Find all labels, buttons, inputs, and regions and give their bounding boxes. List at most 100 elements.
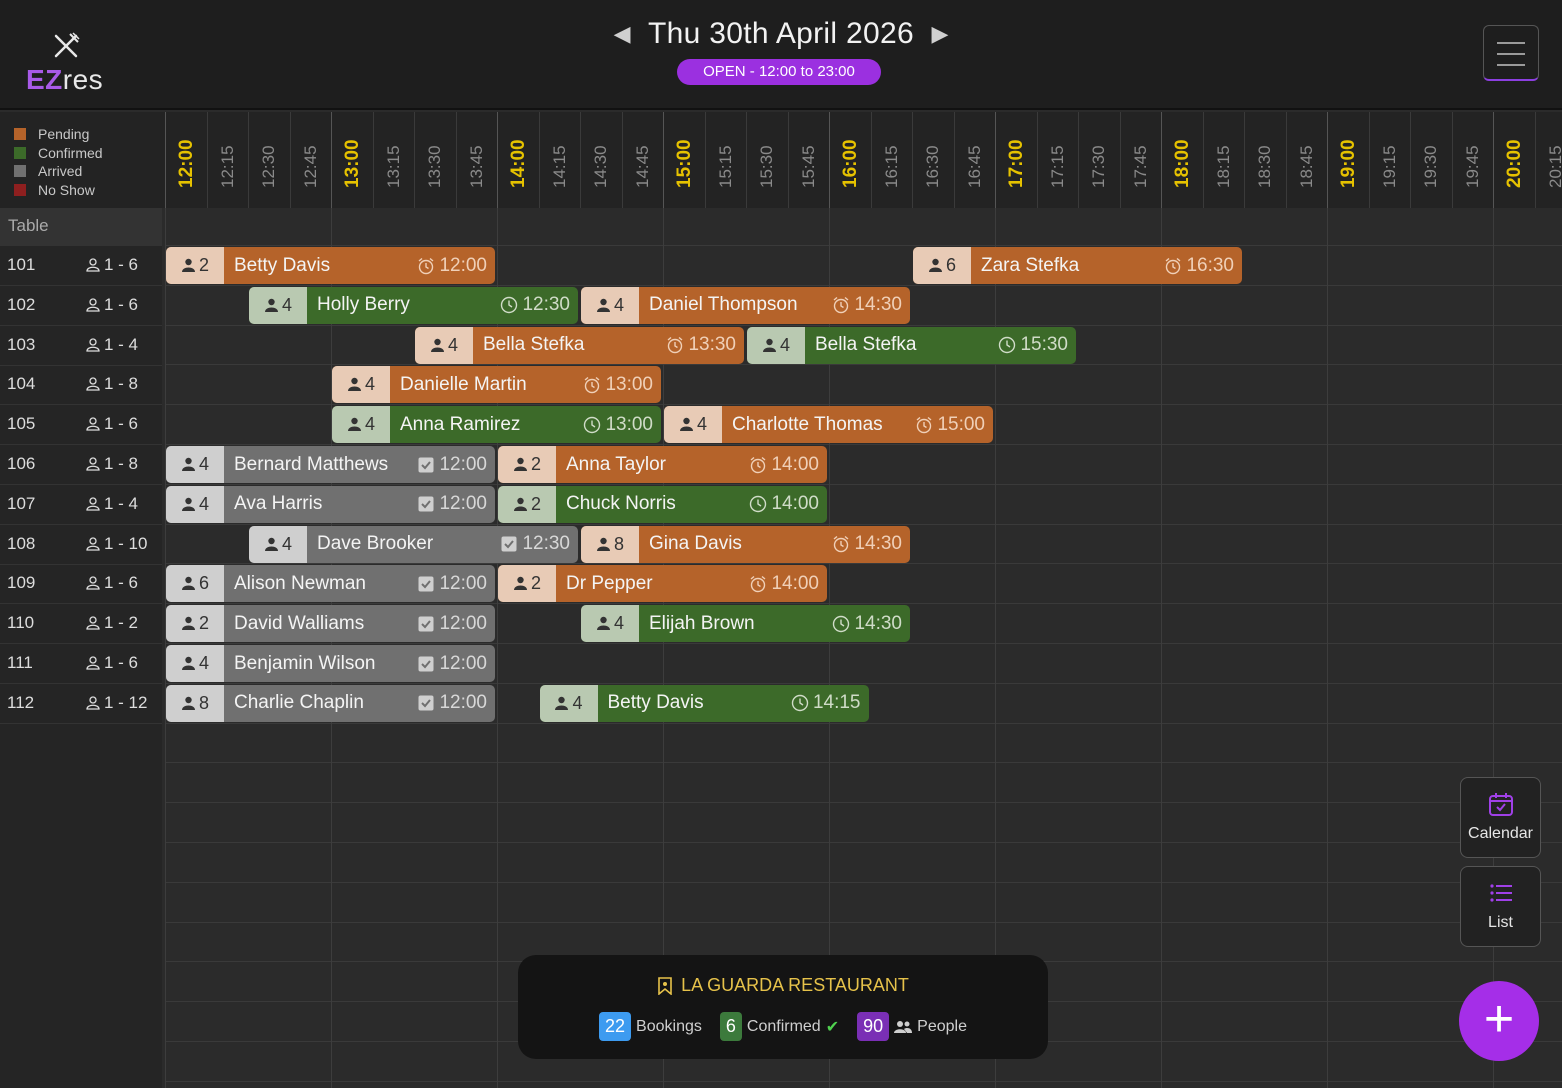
booking-block[interactable]: 4 Betty Davis 14:15 (539, 684, 869, 722)
capacity-range: 1 - 6 (104, 573, 139, 593)
person-icon (86, 457, 100, 471)
hamburger-menu-button[interactable] (1483, 25, 1539, 81)
time-tick: 12:00 (165, 112, 206, 208)
table-row[interactable]: 104 1 - 8 (0, 365, 162, 406)
booking-time: 14:00 (749, 493, 827, 515)
person-icon (86, 576, 100, 591)
booking-time-value: 12:00 (439, 612, 487, 634)
party-size-value: 4 (364, 374, 375, 395)
alarm-clock-icon (834, 297, 849, 314)
booking-block[interactable]: 4 Bella Stefka 15:30 (747, 326, 1076, 364)
table-row[interactable]: 109 1 - 6 (0, 564, 162, 605)
booking-block[interactable]: 2 David Walliams 12:00 (166, 605, 495, 643)
time-tick-label: 18:00 (1172, 139, 1193, 188)
time-tick-label: 14:15 (549, 145, 569, 188)
booking-time-value: 13:00 (605, 413, 653, 435)
time-tick: 15:00 (663, 112, 704, 208)
booking-block[interactable]: 4 Anna Ramirez 13:00 (332, 406, 661, 444)
booking-time-value: 12:30 (522, 533, 570, 555)
booking-time-value: 14:15 (812, 692, 861, 714)
confirmed-label: Confirmed (746, 1017, 821, 1035)
table-row[interactable]: 111 1 - 6 (0, 644, 162, 684)
clock-icon (501, 297, 518, 314)
booking-block[interactable]: 2 Betty Davis 12:00 (166, 247, 495, 284)
booking-time: 12:30 (500, 294, 578, 316)
clock-icon (999, 336, 1016, 354)
capacity-range: 1 - 4 (104, 334, 139, 354)
table-number: 101 (7, 255, 36, 274)
time-tick: 17:00 (995, 112, 1036, 208)
guest-name: Dave Brooker (317, 533, 434, 555)
guest-name: Alison Newman (234, 572, 366, 594)
booking-block[interactable]: 4 Daniel Thompson 14:30 (581, 286, 910, 324)
booking-block[interactable]: 6 Zara Stefka 16:30 (913, 247, 1242, 284)
table-column: Table 101 1 - 6 102 1 - 6 103 1 - 4 104 1 - 8 10… (0, 208, 162, 1088)
booking-time: 13:00 (583, 414, 661, 436)
logo-ez: EZ (26, 64, 63, 95)
clock-icon (750, 496, 767, 513)
booking-time-value: 12:00 (439, 652, 487, 674)
restaurant-title: LA GUARDA RESTAURANT (518, 975, 1048, 996)
booking-block[interactable]: 2 Dr Pepper 14:00 (498, 565, 827, 603)
booking-time: 14:00 (749, 573, 827, 595)
booking-block[interactable]: 4 Danielle Martin 13:00 (332, 366, 661, 404)
table-row[interactable]: 106 1 - 8 (0, 445, 162, 485)
table-row[interactable]: 103 1 - 4 (0, 326, 162, 366)
add-booking-button[interactable]: + (1459, 981, 1539, 1061)
next-day-arrow-icon[interactable]: ▶ (930, 21, 950, 47)
calendar-view-button[interactable]: Calendar (1460, 777, 1541, 858)
person-icon (679, 417, 693, 432)
person-icon (86, 656, 100, 670)
table-row[interactable]: 102 1 - 6 (0, 286, 162, 326)
booking-block[interactable]: 8 Gina Davis 14:30 (581, 525, 910, 563)
party-size-value: 4 (198, 454, 209, 474)
table-row[interactable]: 101 1 - 6 (0, 246, 162, 286)
booking-block[interactable]: 2 Chuck Norris 14:00 (498, 485, 827, 523)
person-icon (181, 497, 195, 511)
table-capacity: 1 - 10 (86, 534, 147, 554)
booking-block[interactable]: 4 Elijah Brown 14:30 (581, 605, 910, 643)
time-tick-label: 19:30 (1421, 145, 1440, 188)
time-tick-label: 16:30 (923, 145, 942, 188)
party-size-value: 4 (281, 294, 292, 315)
time-tick-label: 14:30 (591, 145, 610, 188)
time-tick: 14:30 (580, 112, 621, 208)
booking-time-value: 16:30 (1186, 254, 1234, 276)
person-icon (264, 537, 278, 551)
checkbox-icon (418, 616, 434, 632)
person-icon (181, 696, 195, 710)
party-size: 4 (581, 605, 639, 643)
confirmed-count: 6 (719, 1012, 742, 1041)
booking-block[interactable]: 4 Bernard Matthews 12:00 (166, 446, 495, 483)
bookmark-icon (658, 976, 672, 995)
booking-block[interactable]: 2 Anna Taylor 14:00 (498, 446, 827, 483)
booking-block[interactable]: 4 Holly Berry 12:30 (249, 286, 578, 324)
confirmed-stat: 6 Confirmed ✔ (719, 1012, 839, 1041)
booking-block[interactable]: 4 Dave Brooker 12:30 (249, 525, 578, 563)
checkbox-icon (418, 457, 434, 472)
guest-name: Gina Davis (649, 533, 742, 555)
booking-block[interactable]: 4 Benjamin Wilson 12:00 (166, 645, 495, 682)
booking-block[interactable]: 4 Bella Stefka 13:30 (415, 326, 744, 364)
booking-block[interactable]: 4 Charlotte Thomas 15:00 (664, 406, 993, 444)
booking-block[interactable]: 6 Alison Newman 12:00 (166, 565, 495, 603)
booking-block[interactable]: 4 Ava Harris 12:00 (166, 485, 495, 523)
table-row[interactable]: 107 1 - 4 (0, 485, 162, 525)
booking-time-value: 14:00 (771, 453, 819, 475)
person-icon (596, 616, 610, 631)
table-row[interactable]: 108 1 - 10 (0, 525, 162, 565)
table-row[interactable]: 105 1 - 6 (0, 405, 162, 446)
prev-day-arrow-icon[interactable]: ◀ (612, 21, 632, 47)
table-row[interactable]: 112 1 - 12 (0, 684, 162, 724)
time-tick-label: 17:15 (1047, 145, 1067, 188)
table-row[interactable]: 110 1 - 2 (0, 604, 162, 645)
party-size: 4 (539, 684, 598, 722)
grid-row-line (165, 245, 1562, 246)
time-tick: 18:30 (1244, 112, 1285, 208)
calendar-icon (1489, 793, 1513, 816)
booking-block[interactable]: 8 Charlie Chaplin 12:00 (166, 684, 495, 722)
list-view-button[interactable]: List (1460, 866, 1541, 947)
booking-time: 12:00 (417, 255, 495, 277)
table-number: 107 (7, 493, 36, 513)
guest-name: Anna Taylor (566, 453, 666, 475)
